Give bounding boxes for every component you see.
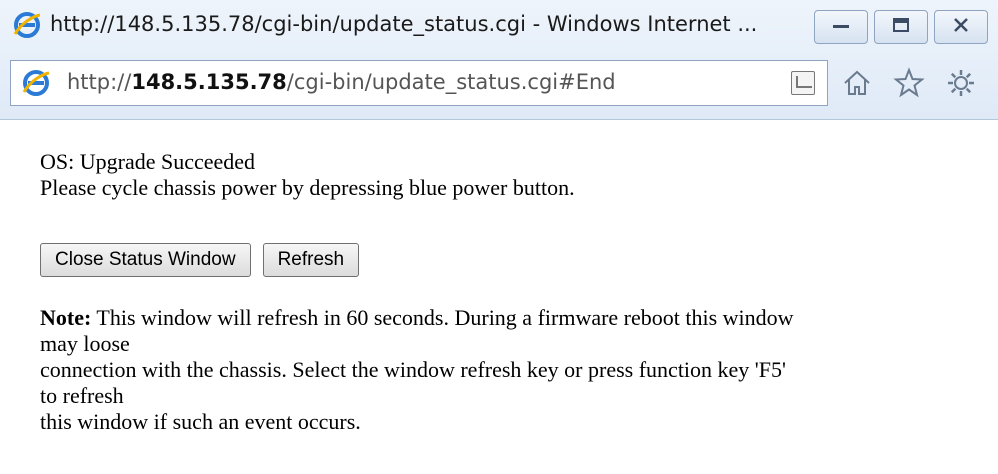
restore-icon — [891, 17, 911, 38]
action-buttons: Close Status Window Refresh — [40, 243, 360, 277]
browser-chrome: http://148.5.135.78/cgi-bin/update_statu… — [0, 0, 998, 120]
gear-icon — [945, 67, 977, 99]
minimize-icon — [831, 17, 851, 38]
title-bar[interactable]: http://148.5.135.78/cgi-bin/update_statu… — [0, 0, 998, 58]
minimize-button[interactable] — [814, 10, 868, 44]
url-path: /cgi-bin/update_status.cgi#End — [286, 70, 616, 94]
close-icon — [952, 17, 970, 38]
url-prefix: http:// — [67, 70, 132, 94]
refresh-note: Note: This window will refresh in 60 sec… — [40, 305, 980, 435]
refresh-button[interactable]: Refresh — [262, 243, 360, 277]
home-icon — [841, 67, 873, 99]
ie-logo-icon — [12, 10, 42, 40]
note-line-5: this window if such an event occurs. — [40, 409, 361, 434]
star-icon — [893, 67, 925, 99]
power-cycle-instruction: Please cycle chassis power by depressing… — [40, 175, 575, 200]
browser-toolbar — [840, 60, 978, 106]
favorites-button[interactable] — [892, 66, 926, 100]
close-status-window-button[interactable]: Close Status Window — [40, 243, 251, 277]
note-line-4: to refresh — [40, 383, 124, 408]
note-line-3: connection with the chassis. Select the … — [40, 357, 786, 382]
address-bar[interactable]: http://148.5.135.78/cgi-bin/update_statu… — [10, 60, 828, 106]
compatibility-view-icon[interactable] — [791, 71, 815, 95]
page-content: OS: Upgrade Succeeded Please cycle chass… — [0, 121, 998, 474]
window-title: http://148.5.135.78/cgi-bin/update_statu… — [50, 12, 758, 36]
note-label: Note: — [40, 305, 92, 330]
note-line-2: may loose — [40, 331, 130, 356]
url-text[interactable]: http://148.5.135.78/cgi-bin/update_statu… — [67, 70, 616, 94]
window-controls — [814, 10, 988, 46]
maximize-button[interactable] — [874, 10, 928, 44]
browser-window: http://148.5.135.78/cgi-bin/update_statu… — [0, 0, 998, 474]
note-line-1: Note: This window will refresh in 60 sec… — [40, 305, 794, 330]
tools-button[interactable] — [944, 66, 978, 100]
page-favicon-icon — [21, 68, 51, 98]
url-host: 148.5.135.78 — [131, 70, 287, 94]
close-button[interactable] — [934, 10, 988, 44]
home-button[interactable] — [840, 66, 874, 100]
status-message: OS: Upgrade Succeeded — [40, 149, 256, 174]
